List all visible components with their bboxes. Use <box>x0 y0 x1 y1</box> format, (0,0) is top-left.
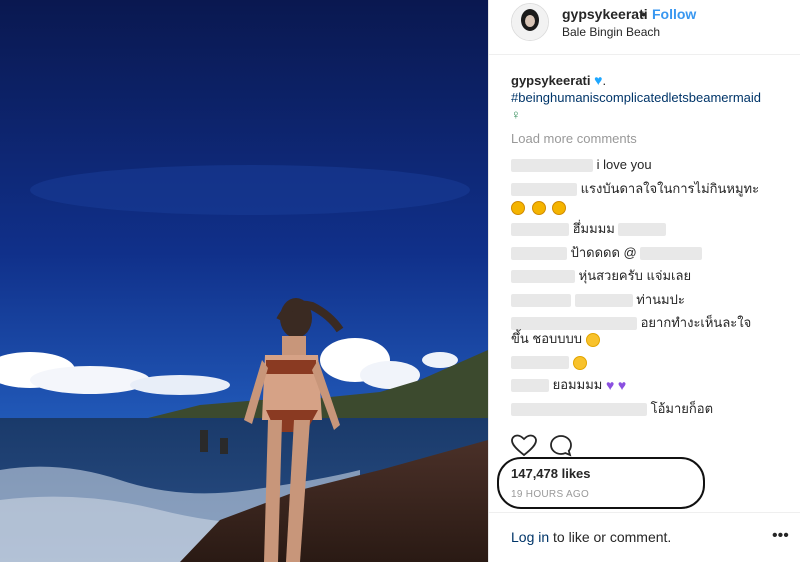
mermaid-icon: ♀ <box>511 107 521 122</box>
login-link[interactable]: Log in <box>511 529 549 545</box>
blurred-username <box>511 317 637 331</box>
blurred-username <box>511 270 575 284</box>
blurred-mention <box>618 223 667 237</box>
comment: ฮึ่มมมม <box>511 220 667 237</box>
post-sidebar: gypsykeerati • Follow Bale Bingin Beach … <box>489 0 800 562</box>
caption-suffix: . <box>602 73 607 88</box>
post-actions <box>511 434 591 458</box>
comment: แรงบันดาลใจในการไม่กินหมูทะ <box>511 180 759 197</box>
comment-bubble-icon[interactable] <box>549 434 573 458</box>
comment-text: ฮึ่มมมม <box>572 221 615 236</box>
caption: gypsykeerati ♥. #beinghumaniscomplicated… <box>511 72 771 123</box>
comment-text: ท่านมปะ <box>636 292 685 307</box>
comment: ท่านมปะ <box>511 291 685 308</box>
comment-text: i love you <box>596 157 652 172</box>
post-header: gypsykeerati • Follow Bale Bingin Beach <box>489 0 800 55</box>
comment-text: ยอมมมม <box>552 377 603 392</box>
comment-text: ขึ้น ชอบบบบ <box>511 331 583 346</box>
likes-count[interactable]: 147,478 likes <box>511 466 591 481</box>
blurred-username <box>511 247 567 261</box>
angry-face-icon <box>531 200 546 215</box>
comment-text: โอ้มายก็อต <box>650 401 714 416</box>
comment-text: ป้าดดดด @ <box>570 245 637 260</box>
login-suffix: to like or comment. <box>549 529 672 545</box>
comment-text: แรงบันดาลใจในการไม่กินหมูทะ <box>580 181 760 196</box>
blurred-mention <box>640 247 703 261</box>
blurred-username <box>511 183 577 197</box>
sweat-smile-icon <box>585 332 600 347</box>
blurred-username <box>511 223 569 237</box>
caption-hashtag[interactable]: #beinghumaniscomplicatedletsbeamermaid <box>511 90 761 105</box>
beach-photo-image <box>0 0 488 562</box>
comment: ป้าดดดด @ <box>511 244 703 261</box>
username[interactable]: gypsykeerati <box>562 6 648 22</box>
heart-icon[interactable] <box>511 434 537 458</box>
more-dots-icon[interactable]: ••• <box>772 527 789 545</box>
comment: หุ่นสวยครับ แจ่มเลย <box>511 267 691 284</box>
separator-dot: • <box>641 6 646 22</box>
follow-button[interactable]: Follow <box>652 6 696 22</box>
smile-icon <box>572 355 587 370</box>
blurred-username <box>511 356 569 370</box>
location-link[interactable]: Bale Bingin Beach <box>562 25 660 39</box>
comment: i love you <box>511 156 652 173</box>
comment-emojis <box>511 198 569 215</box>
comment: ยอมมมม ♥ ♥ <box>511 376 626 394</box>
blurred-username <box>511 403 647 417</box>
post-photo[interactable] <box>0 0 488 562</box>
login-prompt: Log in to like or comment. <box>511 529 671 545</box>
comment: อยากทำงะเห็นละใจ <box>511 314 751 331</box>
comment: โอ้มายก็อต <box>511 400 713 417</box>
likes-highlight-circle <box>497 457 705 509</box>
blurred-username <box>511 294 571 308</box>
blurred-username <box>511 159 593 173</box>
load-more-comments[interactable]: Load more comments <box>511 131 637 146</box>
comment <box>511 353 590 370</box>
avatar[interactable] <box>511 3 549 41</box>
post-timestamp: 19 HOURS AGO <box>511 489 590 500</box>
blurred-mention <box>574 294 633 308</box>
comment: ขึ้น ชอบบบบ <box>511 330 603 347</box>
caption-username[interactable]: gypsykeerati <box>511 73 591 88</box>
purple-heart-icon: ♥ <box>605 377 615 394</box>
comment-text: หุ่นสวยครับ แจ่มเลย <box>578 268 692 283</box>
blurred-username <box>511 379 549 393</box>
angry-face-icon <box>511 200 525 215</box>
post-footer: Log in to like or comment. ••• <box>489 512 800 563</box>
comment-text: อยากทำงะเห็นละใจ <box>640 315 752 330</box>
angry-face-icon <box>552 200 567 215</box>
purple-heart-icon: ♥ <box>617 377 627 394</box>
